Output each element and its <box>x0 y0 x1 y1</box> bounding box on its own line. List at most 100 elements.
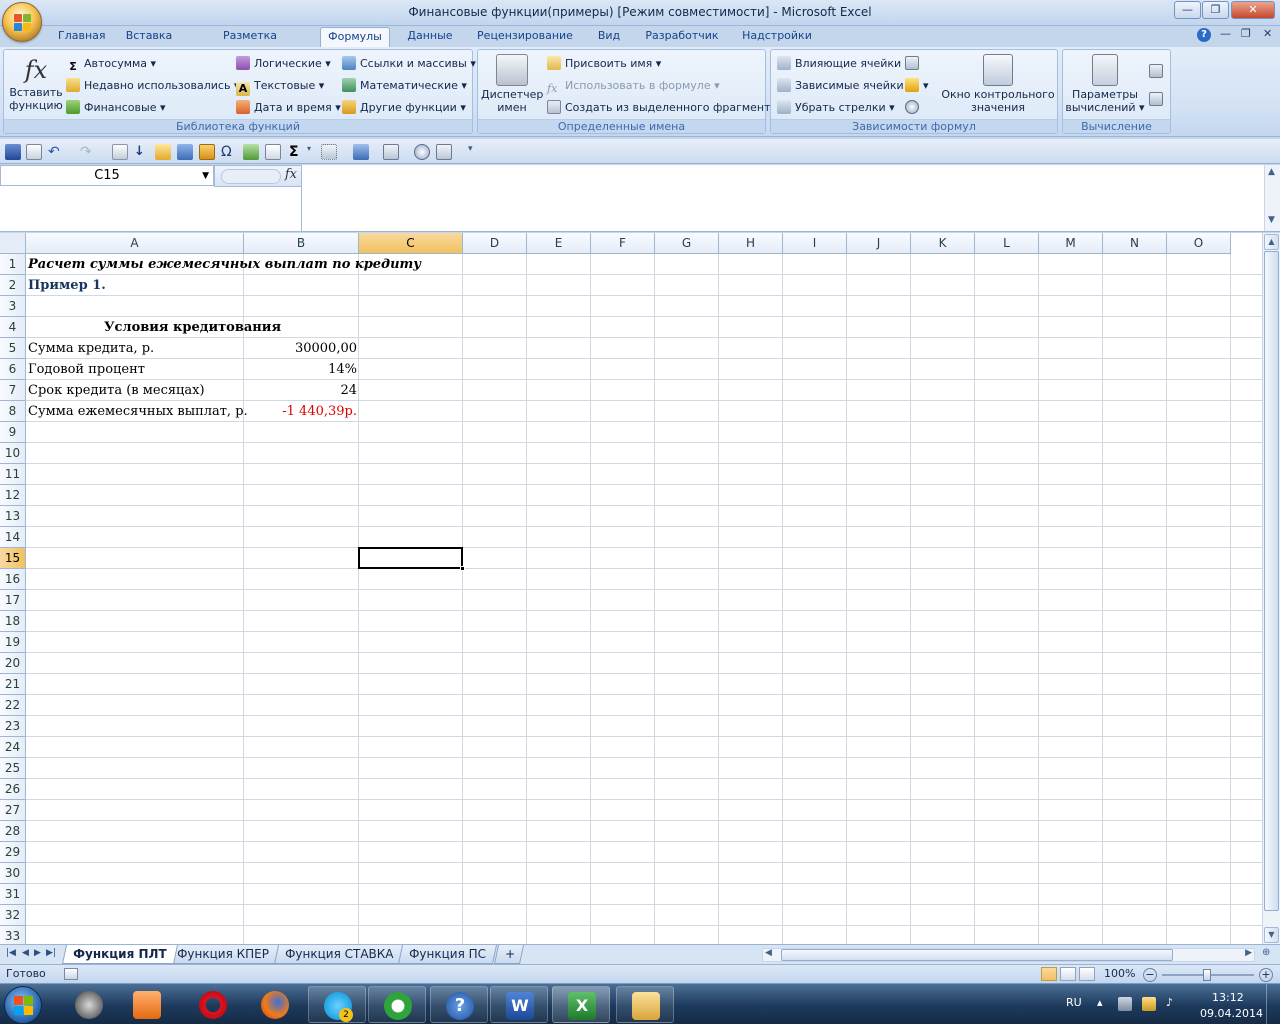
active-cell-selection[interactable] <box>358 547 465 571</box>
taskbar-opera[interactable] <box>184 986 242 1023</box>
taskbar-excel[interactable]: X <box>552 986 610 1023</box>
office-button[interactable] <box>2 2 42 42</box>
row-header-3[interactable]: 3 <box>0 296 26 317</box>
insert-function-fx-button[interactable]: fx <box>285 167 297 182</box>
column-header-n[interactable]: N <box>1103 233 1167 254</box>
zoom-level[interactable]: 100% <box>1104 967 1135 980</box>
row-header-29[interactable]: 29 <box>0 842 26 863</box>
logical-functions-button[interactable]: Логические ▾ <box>236 54 331 74</box>
column-header-j[interactable]: J <box>847 233 911 254</box>
page-break-view-icon[interactable] <box>1079 967 1095 981</box>
cell-a8[interactable]: Сумма ежемесячных выплат, р. <box>26 401 250 422</box>
column-header-g[interactable]: G <box>655 233 719 254</box>
column-header-a[interactable]: A <box>26 233 244 254</box>
row-header-27[interactable]: 27 <box>0 800 26 821</box>
row-header-31[interactable]: 31 <box>0 884 26 905</box>
undo-icon[interactable]: ↶ <box>48 144 64 160</box>
name-manager-button[interactable]: Диспетчер имен <box>481 54 543 114</box>
taskbar-video-player[interactable] <box>118 986 176 1023</box>
new-page-icon[interactable] <box>265 144 281 160</box>
minimize-button[interactable]: — <box>1174 1 1201 19</box>
redo-icon[interactable]: ↷ <box>80 144 96 160</box>
column-header-e[interactable]: E <box>527 233 591 254</box>
row-header-14[interactable]: 14 <box>0 527 26 548</box>
row-header-19[interactable]: 19 <box>0 632 26 653</box>
page-layout-view-icon[interactable] <box>1060 967 1076 981</box>
row-header-12[interactable]: 12 <box>0 485 26 506</box>
language-indicator[interactable]: RU <box>1066 996 1082 1024</box>
scroll-right-icon[interactable]: ▶ <box>1245 948 1252 958</box>
sort-icon[interactable]: ↓ <box>134 144 150 160</box>
column-header-o[interactable]: O <box>1167 233 1231 254</box>
ribbon-close-icon[interactable]: ✕ <box>1263 27 1272 40</box>
next-sheet-icon[interactable]: ▶ <box>34 948 41 958</box>
row-header-16[interactable]: 16 <box>0 569 26 590</box>
insert-table-icon[interactable] <box>243 144 259 160</box>
merge-cells-icon[interactable] <box>383 144 399 160</box>
sheet-tab-nper[interactable]: Функция КПЕР <box>165 945 280 964</box>
zoom-icon[interactable] <box>414 144 430 160</box>
watch-window-button[interactable]: Окно контрольного значения <box>941 54 1055 114</box>
cell-a4[interactable]: Условия кредитования <box>26 317 359 338</box>
save-icon[interactable] <box>5 144 21 160</box>
row-header-9[interactable]: 9 <box>0 422 26 443</box>
zoom-out-icon[interactable]: − <box>1143 968 1157 982</box>
trace-precedents-button[interactable]: Влияющие ячейки <box>777 54 901 74</box>
column-header-d[interactable]: D <box>463 233 527 254</box>
calculate-sheet-button[interactable] <box>1149 90 1167 110</box>
column-header-c[interactable]: C <box>359 233 463 254</box>
insert-function-button[interactable]: fx Вставить функцию <box>8 54 64 112</box>
cell-b8[interactable]: -1 440,39р. <box>244 401 359 422</box>
action-center-icon[interactable] <box>1142 997 1156 1011</box>
cell-b5[interactable]: 30000,00 <box>244 338 359 359</box>
cell-a5[interactable]: Сумма кредита, р. <box>26 338 156 359</box>
help-icon[interactable]: ? <box>1197 28 1211 42</box>
tab-home[interactable]: Главная <box>54 27 106 47</box>
lookup-functions-button[interactable]: Ссылки и массивы ▾ <box>342 54 476 74</box>
taskbar-media-player[interactable] <box>60 986 118 1023</box>
define-name-button[interactable]: Присвоить имя ▾ <box>547 54 661 74</box>
row-header-6[interactable]: 6 <box>0 359 26 380</box>
row-header-7[interactable]: 7 <box>0 380 26 401</box>
row-header-8[interactable]: 8 <box>0 401 26 422</box>
row-header-13[interactable]: 13 <box>0 506 26 527</box>
error-checking-button[interactable]: ▾ <box>905 76 929 96</box>
other-functions-button[interactable]: Другие функции ▾ <box>342 98 466 118</box>
calculation-options-button[interactable]: Параметры вычислений ▾ <box>1065 54 1145 114</box>
ribbon-minimize-icon[interactable]: — <box>1220 27 1231 40</box>
tab-review[interactable]: Рецензирование <box>472 27 578 47</box>
normal-view-icon[interactable] <box>1041 967 1057 981</box>
column-header-f[interactable]: F <box>591 233 655 254</box>
tab-data[interactable]: Данные <box>402 27 458 47</box>
close-button[interactable]: ✕ <box>1231 1 1275 19</box>
taskbar-firefox[interactable] <box>246 986 304 1023</box>
insert-sheet-icon[interactable]: + <box>493 945 525 964</box>
cell-a2[interactable]: Пример 1. <box>26 275 108 296</box>
prev-sheet-icon[interactable]: ◀ <box>22 948 29 958</box>
bar-chart-icon[interactable] <box>199 144 215 160</box>
row-header-20[interactable]: 20 <box>0 653 26 674</box>
row-header-26[interactable]: 26 <box>0 779 26 800</box>
cell-b7[interactable]: 24 <box>244 380 359 401</box>
row-header-21[interactable]: 21 <box>0 674 26 695</box>
taskbar-skype[interactable]: 2 <box>308 986 366 1023</box>
row-header-10[interactable]: 10 <box>0 443 26 464</box>
vertical-scroll-thumb[interactable] <box>1264 251 1279 911</box>
cell-a7[interactable]: Срок кредита (в месяцах) <box>26 380 207 401</box>
remove-arrows-button[interactable]: Убрать стрелки ▾ <box>777 98 895 118</box>
row-header-11[interactable]: 11 <box>0 464 26 485</box>
row-header-2[interactable]: 2 <box>0 275 26 296</box>
tab-insert[interactable]: Вставка <box>120 27 178 47</box>
horizontal-scroll-thumb[interactable] <box>781 949 1173 961</box>
customize-qat-icon[interactable]: ▾ <box>468 144 484 160</box>
taskbar-explorer[interactable] <box>616 986 674 1023</box>
math-functions-button[interactable]: Математические ▾ <box>342 76 467 96</box>
taskbar-word[interactable]: W <box>490 986 548 1023</box>
zoom-in-icon[interactable]: + <box>1259 968 1273 982</box>
row-header-22[interactable]: 22 <box>0 695 26 716</box>
column-header-l[interactable]: L <box>975 233 1039 254</box>
restore-button[interactable]: ❐ <box>1202 1 1229 19</box>
split-box-icon[interactable]: ⊕ <box>1262 947 1270 958</box>
column-header-i[interactable]: I <box>783 233 847 254</box>
row-header-24[interactable]: 24 <box>0 737 26 758</box>
